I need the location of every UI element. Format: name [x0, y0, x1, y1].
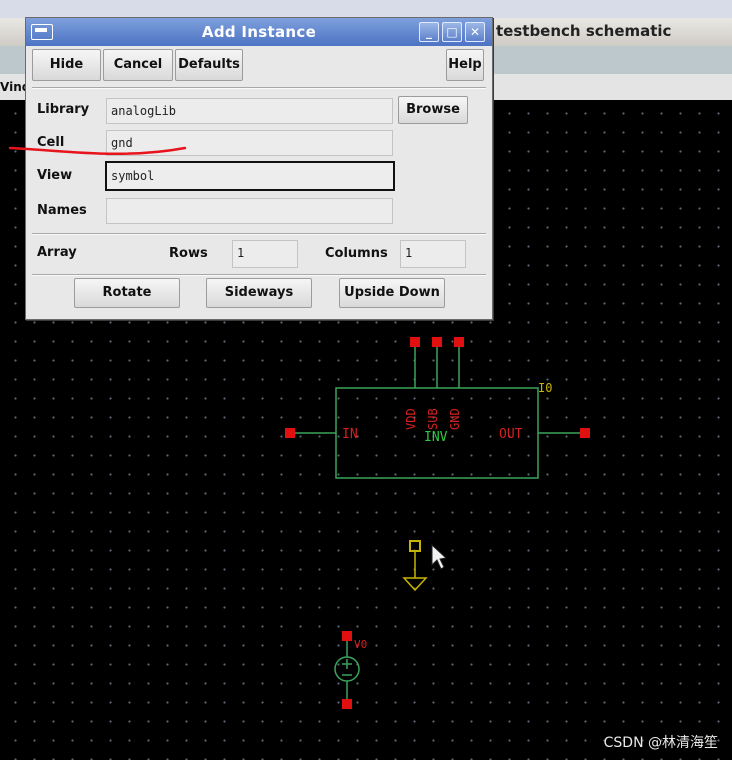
- annotation-underline: [8, 146, 187, 156]
- watermark: CSDN @林清海笙: [603, 735, 718, 751]
